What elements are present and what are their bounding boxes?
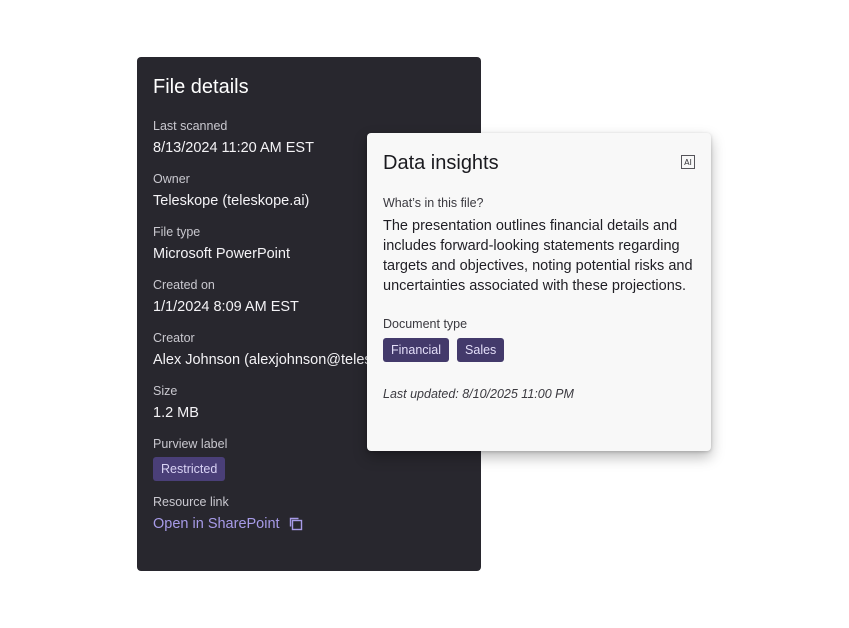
last-scanned-label: Last scanned bbox=[153, 119, 228, 133]
tag-sales: Sales bbox=[457, 338, 505, 362]
last-updated-text: Last updated: 8/10/2025 11:00 PM bbox=[383, 387, 574, 401]
document-type-tags: Financial Sales bbox=[383, 338, 695, 362]
file-details-title: File details bbox=[153, 76, 249, 98]
ai-icon: AI bbox=[681, 155, 695, 169]
document-type-label: Document type bbox=[383, 317, 468, 331]
resource-link-field: Resource link Open in SharePoint bbox=[153, 494, 465, 534]
resource-link-label: Resource link bbox=[153, 495, 229, 509]
data-insights-panel: Data insights AI What’s in this file? Th… bbox=[367, 133, 711, 451]
resource-link-row: Open in SharePoint bbox=[153, 514, 465, 534]
data-insights-title: Data insights bbox=[383, 152, 499, 174]
open-in-sharepoint-link[interactable]: Open in SharePoint bbox=[153, 514, 280, 534]
purview-badge: Restricted bbox=[153, 457, 226, 481]
tag-financial: Financial bbox=[383, 338, 450, 362]
file-description: The presentation outlines financial deta… bbox=[383, 218, 693, 294]
copy-icon[interactable] bbox=[288, 516, 304, 532]
whats-in-file-label: What’s in this file? bbox=[383, 196, 484, 210]
